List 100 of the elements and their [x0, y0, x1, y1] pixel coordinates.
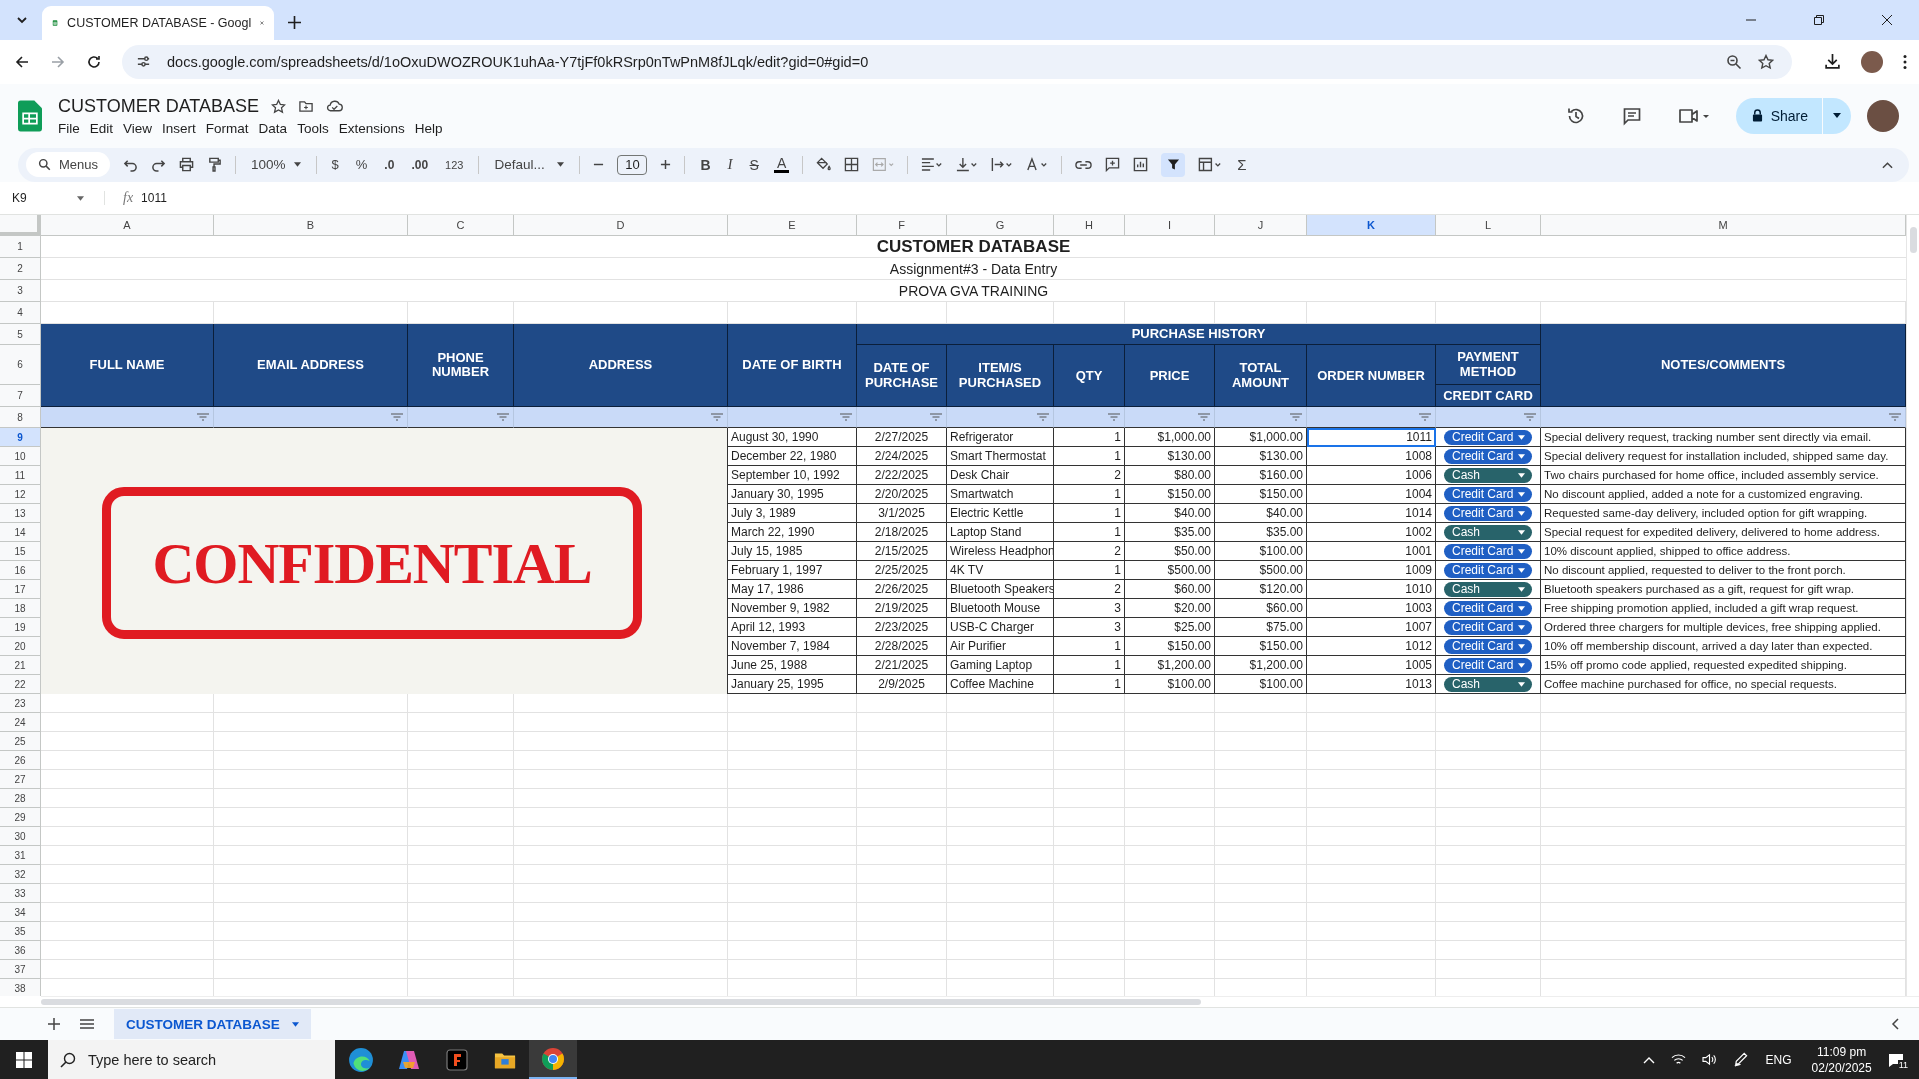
filter-button[interactable]: [1161, 152, 1186, 177]
empty-cell[interactable]: [857, 694, 947, 714]
empty-cell[interactable]: [1541, 884, 1906, 904]
search-menus-button[interactable]: Menus: [26, 152, 111, 178]
row-header[interactable]: 36: [0, 941, 41, 961]
empty-cell[interactable]: [1215, 865, 1307, 885]
empty-cell[interactable]: [1215, 713, 1307, 733]
row-header[interactable]: 32: [0, 865, 41, 885]
functions-button[interactable]: Σ: [1235, 154, 1249, 176]
empty-cell[interactable]: [1125, 846, 1215, 866]
empty-cell[interactable]: [1215, 808, 1307, 828]
empty-cell[interactable]: [1307, 903, 1436, 923]
row-header[interactable]: 1: [0, 236, 41, 259]
empty-cell[interactable]: [408, 789, 514, 809]
row-header[interactable]: 3: [0, 280, 41, 303]
empty-cell[interactable]: [1307, 789, 1436, 809]
empty-cell[interactable]: [1307, 941, 1436, 961]
filter-icon[interactable]: [1889, 413, 1901, 422]
empty-cell[interactable]: [1125, 827, 1215, 847]
filter-icon[interactable]: [197, 413, 209, 422]
clock-time[interactable]: 11:09 pm: [1817, 1043, 1867, 1060]
row-header[interactable]: 34: [0, 903, 41, 923]
empty-cell[interactable]: [947, 922, 1054, 942]
empty-cell[interactable]: [1054, 884, 1125, 904]
clock-date[interactable]: 02/20/2025: [1811, 1059, 1872, 1076]
empty-cell[interactable]: [947, 694, 1054, 714]
empty-cell[interactable]: [1541, 732, 1906, 752]
empty-cell[interactable]: [857, 884, 947, 904]
empty-cell[interactable]: [214, 903, 408, 923]
payment-dropdown[interactable]: Cash: [1444, 524, 1532, 540]
restore-icon[interactable]: [1813, 13, 1825, 26]
row-header[interactable]: 37: [0, 960, 41, 980]
empty-cell[interactable]: [1307, 960, 1436, 980]
empty-cell[interactable]: [1541, 827, 1906, 847]
star-icon[interactable]: [271, 98, 287, 114]
column-header[interactable]: J: [1215, 215, 1307, 237]
empty-cell[interactable]: [514, 865, 728, 885]
empty-cell[interactable]: [1215, 922, 1307, 942]
column-header[interactable]: C: [408, 215, 514, 237]
pen-icon[interactable]: [1732, 1052, 1748, 1067]
empty-cell[interactable]: [1215, 751, 1307, 771]
number-format-button[interactable]: 123: [443, 156, 466, 173]
empty-cell[interactable]: [1215, 960, 1307, 980]
empty-cell[interactable]: [1054, 751, 1125, 771]
empty-cell[interactable]: [1436, 694, 1541, 714]
empty-cell[interactable]: [514, 808, 728, 828]
empty-cell[interactable]: [214, 770, 408, 790]
empty-cell[interactable]: [514, 770, 728, 790]
empty-cell[interactable]: [214, 922, 408, 942]
row-header[interactable]: 20: [0, 637, 41, 657]
empty-cell[interactable]: [408, 751, 514, 771]
row-header[interactable]: 31: [0, 846, 41, 866]
empty-cell[interactable]: [1054, 922, 1125, 942]
row-header[interactable]: 25: [0, 732, 41, 752]
empty-cell[interactable]: [214, 941, 408, 961]
empty-cell[interactable]: [728, 732, 857, 752]
empty-cell[interactable]: [1125, 922, 1215, 942]
column-header[interactable]: D: [514, 215, 728, 237]
row-header[interactable]: 13: [0, 504, 41, 524]
filter-icon[interactable]: [840, 413, 852, 422]
empty-cell[interactable]: [1436, 751, 1541, 771]
empty-cell[interactable]: [1125, 808, 1215, 828]
empty-cell[interactable]: [1541, 694, 1906, 714]
empty-cell[interactable]: [1125, 694, 1215, 714]
column-header[interactable]: F: [857, 215, 947, 237]
text-wrap-icon[interactable]: [991, 157, 1014, 173]
table-cell[interactable]: 1007: [1307, 618, 1436, 638]
empty-cell[interactable]: [1054, 903, 1125, 923]
taskbar-app[interactable]: [529, 1040, 577, 1079]
empty-cell[interactable]: [514, 751, 728, 771]
empty-cell[interactable]: [1307, 694, 1436, 714]
row-header[interactable]: 24: [0, 713, 41, 733]
filter-icon[interactable]: [1290, 413, 1302, 422]
empty-cell[interactable]: [947, 846, 1054, 866]
empty-cell[interactable]: [857, 770, 947, 790]
empty-cell[interactable]: [1307, 770, 1436, 790]
payment-dropdown[interactable]: Credit Card: [1444, 543, 1532, 559]
collapse-icon[interactable]: [1882, 160, 1893, 169]
empty-cell[interactable]: [1436, 941, 1541, 961]
table-icon[interactable]: [1198, 157, 1223, 173]
more-options-icon[interactable]: [1903, 53, 1907, 70]
row-header[interactable]: 11: [0, 466, 41, 486]
table-cell[interactable]: 1003: [1307, 599, 1436, 619]
empty-cell[interactable]: [1436, 789, 1541, 809]
empty-cell[interactable]: [728, 713, 857, 733]
name-box[interactable]: K9: [12, 191, 105, 205]
row-header[interactable]: 23: [0, 694, 41, 714]
empty-cell[interactable]: [514, 846, 728, 866]
empty-cell[interactable]: [1054, 694, 1125, 714]
empty-cell[interactable]: [408, 922, 514, 942]
empty-cell[interactable]: [1436, 827, 1541, 847]
menu-item[interactable]: Tools: [292, 120, 334, 136]
row-header[interactable]: 5: [0, 324, 41, 346]
empty-cell[interactable]: [514, 903, 728, 923]
bold-button[interactable]: B: [698, 154, 713, 175]
empty-cell[interactable]: [408, 941, 514, 961]
italic-button[interactable]: I: [725, 154, 735, 176]
empty-cell[interactable]: [1436, 808, 1541, 828]
empty-cell[interactable]: [1436, 922, 1541, 942]
decrease-decimal-button[interactable]: .0: [382, 155, 397, 174]
